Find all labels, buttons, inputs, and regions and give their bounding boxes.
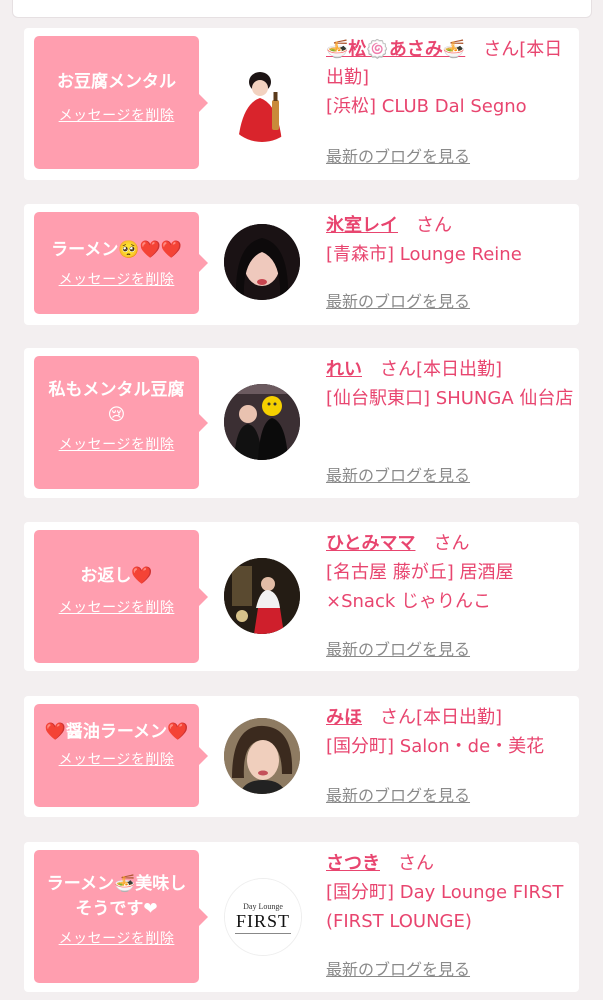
latest-blog-link[interactable]: 最新のブログを見る bbox=[326, 782, 470, 806]
cast-name-link[interactable]: れい bbox=[326, 359, 362, 380]
message-bubble: お返し❤️ メッセージを削除 bbox=[34, 530, 208, 663]
latest-blog-link[interactable]: 最新のブログを見る bbox=[326, 462, 470, 486]
cast-info: さつき さん [国分町] Day Lounge FIRST (FIRST LOUN… bbox=[326, 850, 574, 936]
delete-message-link[interactable]: メッセージを削除 bbox=[59, 597, 175, 617]
cast-info: 🍜松🍥あさみ🍜 さん[本日出勤] [浜松] CLUB Dal Segno bbox=[326, 36, 574, 121]
list-item: ❤️醤油ラーメン❤️ メッセージを削除 みほ さん[本日出勤] [国分町] Sal… bbox=[24, 696, 579, 817]
cast-name-link[interactable]: さつき bbox=[326, 853, 380, 874]
honorific: さん bbox=[380, 359, 416, 380]
honorific: さん bbox=[398, 853, 434, 874]
message-list: お豆腐メンタル メッセージを削除 🍜松🍥あさみ🍜 さん[本日出勤] [浜松] CL… bbox=[0, 0, 603, 1000]
message-bubble: お豆腐メンタル メッセージを削除 bbox=[34, 36, 208, 169]
list-item: お豆腐メンタル メッセージを削除 🍜松🍥あさみ🍜 さん[本日出勤] [浜松] CL… bbox=[24, 28, 579, 180]
avatar[interactable] bbox=[224, 558, 300, 634]
message-text: お豆腐メンタル bbox=[57, 72, 176, 92]
avatar[interactable] bbox=[224, 224, 300, 300]
logo-text-small: Day Lounge bbox=[243, 902, 283, 911]
honorific: さん bbox=[416, 215, 452, 236]
cast-info: ひとみママ さん [名古屋 藤が丘] 居酒屋×Snack じゃりんこ bbox=[326, 530, 574, 616]
list-item: ラーメン🍜美味しそうです❤ メッセージを削除 Day Lounge FIRST … bbox=[24, 842, 579, 992]
message-bubble: 私もメンタル豆腐😢 メッセージを削除 bbox=[34, 356, 208, 489]
delete-message-link[interactable]: メッセージを削除 bbox=[59, 269, 175, 289]
shop-name: [名古屋 藤が丘] 居酒屋×Snack じゃりんこ bbox=[326, 562, 514, 612]
shop-name: [青森市] Lounge Reine bbox=[326, 244, 522, 265]
honorific: さん bbox=[483, 39, 520, 60]
cast-name-link[interactable]: みほ bbox=[326, 707, 362, 728]
avatar[interactable] bbox=[224, 66, 300, 142]
avatar[interactable]: Day Lounge FIRST bbox=[224, 878, 302, 956]
cast-name-link[interactable]: ひとみママ bbox=[326, 533, 415, 554]
status-badge: [本日出勤] bbox=[416, 359, 503, 380]
avatar[interactable] bbox=[224, 718, 300, 794]
list-item: お返し❤️ メッセージを削除 ひとみママ さん [名古屋 藤が丘] 居酒屋×Sna… bbox=[24, 522, 579, 671]
cast-info: 氷室レイ さん [青森市] Lounge Reine bbox=[326, 212, 574, 269]
avatar-image bbox=[224, 384, 300, 460]
avatar-image bbox=[224, 224, 300, 300]
message-text: ラーメン🍜美味しそうです❤ bbox=[46, 874, 187, 919]
delete-message-link[interactable]: メッセージを削除 bbox=[59, 105, 175, 125]
honorific: さん bbox=[380, 707, 416, 728]
delete-message-link[interactable]: メッセージを削除 bbox=[59, 928, 175, 948]
cast-info: みほ さん[本日出勤] [国分町] Salon・de・美花 bbox=[326, 704, 574, 761]
shop-name: [浜松] CLUB Dal Segno bbox=[326, 96, 527, 117]
status-badge: [本日出勤] bbox=[416, 707, 503, 728]
cast-info: れい さん[本日出勤] [仙台駅東口] SHUNGA 仙台店 bbox=[326, 356, 574, 413]
shop-logo: Day Lounge FIRST bbox=[225, 879, 301, 955]
logo-text-large: FIRST bbox=[236, 911, 290, 931]
list-item: 私もメンタル豆腐😢 メッセージを削除 れい さん[本日出勤] [仙台駅東口] SH… bbox=[24, 348, 579, 498]
avatar-image bbox=[224, 718, 300, 794]
delete-message-link[interactable]: メッセージを削除 bbox=[59, 434, 175, 454]
message-text: ❤️醤油ラーメン❤️ bbox=[44, 722, 189, 742]
honorific: さん bbox=[433, 533, 470, 554]
message-bubble: ラーメン🍜美味しそうです❤ メッセージを削除 bbox=[34, 850, 208, 983]
message-text: お返し❤️ bbox=[80, 566, 153, 586]
avatar[interactable] bbox=[224, 384, 300, 460]
cast-name-link[interactable]: 氷室レイ bbox=[326, 215, 398, 236]
latest-blog-link[interactable]: 最新のブログを見る bbox=[326, 288, 470, 312]
delete-message-link[interactable]: メッセージを削除 bbox=[59, 749, 175, 769]
latest-blog-link[interactable]: 最新のブログを見る bbox=[326, 956, 470, 980]
list-item: ラーメン🥺❤️❤️ メッセージを削除 氷室レイ さん [青森市] Lounge R… bbox=[24, 204, 579, 325]
latest-blog-link[interactable]: 最新のブログを見る bbox=[326, 143, 470, 167]
shop-name: [国分町] Salon・de・美花 bbox=[326, 736, 545, 757]
avatar-image bbox=[224, 66, 300, 142]
latest-blog-link[interactable]: 最新のブログを見る bbox=[326, 636, 470, 660]
shop-name: [仙台駅東口] SHUNGA 仙台店 bbox=[326, 388, 574, 409]
message-bubble: ラーメン🥺❤️❤️ メッセージを削除 bbox=[34, 212, 208, 314]
message-text: ラーメン🥺❤️❤️ bbox=[51, 240, 182, 260]
message-bubble: ❤️醤油ラーメン❤️ メッセージを削除 bbox=[34, 704, 208, 807]
cast-name-link[interactable]: 🍜松🍥あさみ🍜 bbox=[326, 39, 465, 60]
shop-name: [国分町] Day Lounge FIRST (FIRST LOUNGE) bbox=[326, 882, 564, 932]
message-text: 私もメンタル豆腐😢 bbox=[48, 380, 185, 425]
avatar-image bbox=[224, 558, 300, 634]
